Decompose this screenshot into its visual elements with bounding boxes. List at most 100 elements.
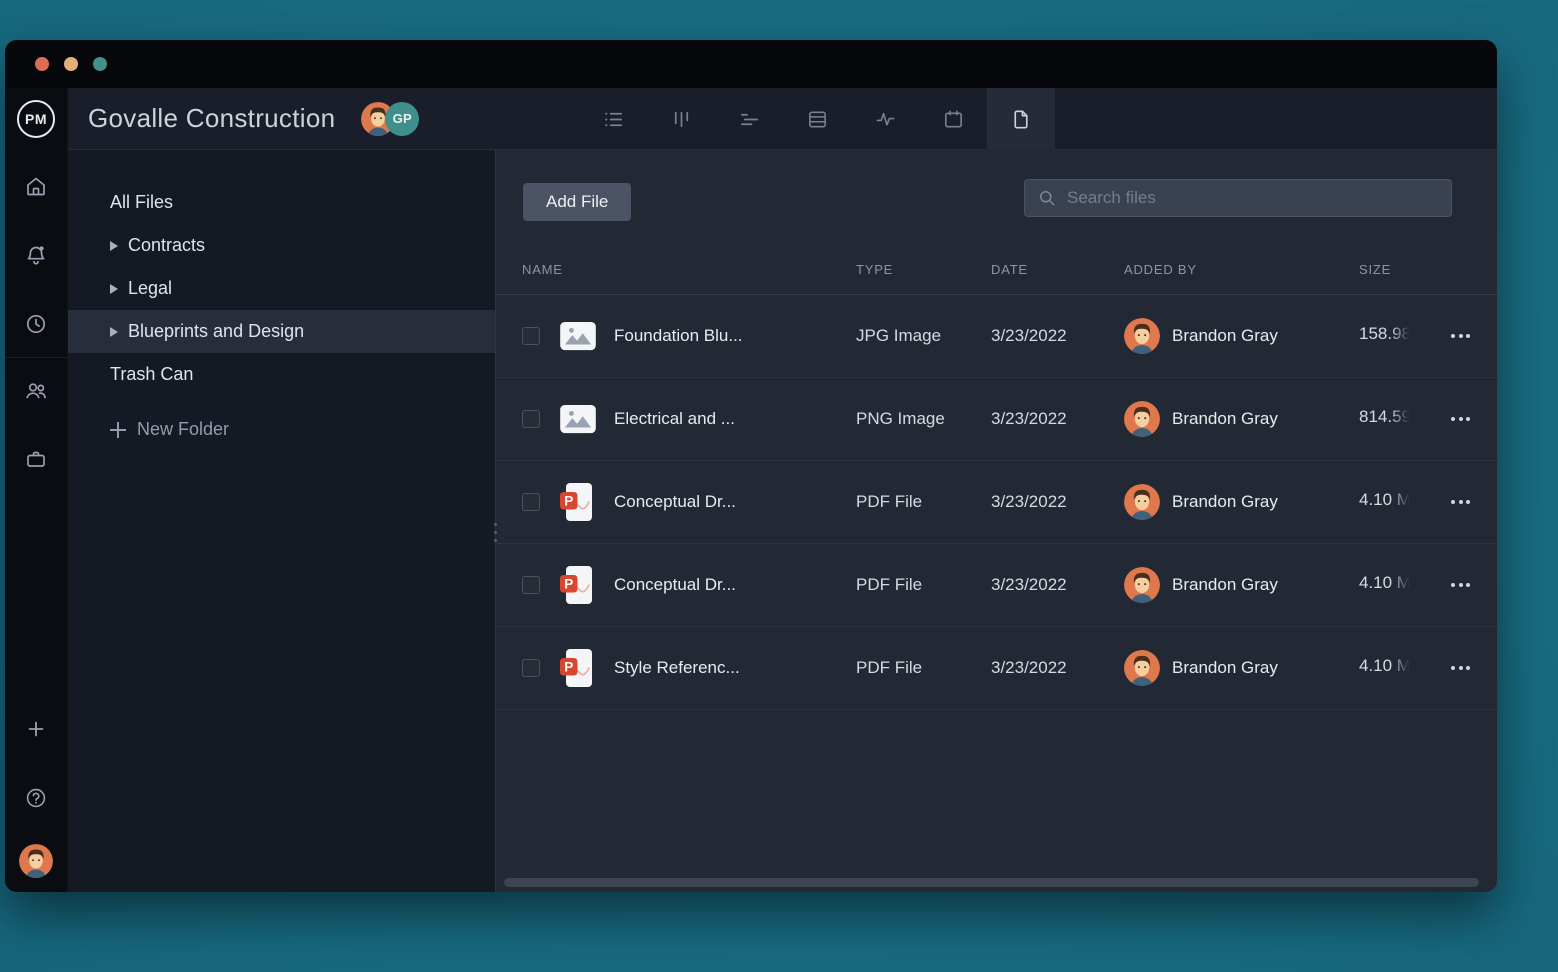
member-avatars[interactable]: GP — [361, 102, 419, 136]
row-checkbox[interactable] — [522, 659, 540, 677]
file-name[interactable]: Style Referenc... — [614, 658, 856, 678]
pdf-file-icon — [558, 482, 598, 522]
file-date: 3/23/2022 — [991, 326, 1124, 346]
row-menu-button[interactable] — [1451, 328, 1479, 344]
sidebar-item-label: Legal — [128, 278, 172, 299]
pdf-file-icon — [558, 565, 598, 605]
file-name[interactable]: Conceptual Dr... — [614, 575, 856, 595]
file-size: 4.10 M — [1359, 573, 1411, 593]
left-rail: PM — [5, 88, 68, 892]
member-badge: GP — [385, 102, 419, 136]
file-type: PNG Image — [856, 409, 991, 429]
file-date: 3/23/2022 — [991, 575, 1124, 595]
column-header-date[interactable]: DATE — [991, 262, 1124, 277]
sidebar-item-label: Contracts — [128, 235, 205, 256]
list-view-icon[interactable] — [579, 88, 647, 150]
table-row[interactable]: Conceptual Dr... PDF File 3/23/2022 Bran… — [496, 544, 1497, 627]
image-file-icon — [558, 316, 598, 356]
calendar-view-icon[interactable] — [919, 88, 987, 150]
file-size: 4.10 M — [1359, 656, 1411, 676]
added-by-name: Brandon Gray — [1172, 326, 1278, 346]
pdf-file-icon — [558, 648, 598, 688]
row-checkbox[interactable] — [522, 410, 540, 428]
close-window-button[interactable] — [35, 57, 49, 71]
caret-right-icon — [110, 284, 118, 294]
activity-view-icon[interactable] — [851, 88, 919, 150]
zoom-window-button[interactable] — [93, 57, 107, 71]
sidebar-item-trash-can[interactable]: Trash Can — [68, 353, 495, 396]
file-name[interactable]: Conceptual Dr... — [614, 492, 856, 512]
row-checkbox[interactable] — [522, 327, 540, 345]
row-menu-button[interactable] — [1451, 577, 1479, 593]
search-icon — [1037, 188, 1057, 208]
avatar — [1124, 484, 1160, 520]
panel-resize-handle[interactable] — [489, 512, 501, 552]
caret-right-icon — [110, 327, 118, 337]
folder-tree: All Files Contracts Legal Blueprints and… — [68, 150, 495, 892]
home-icon[interactable] — [24, 174, 48, 198]
column-header-name[interactable]: NAME — [522, 262, 856, 277]
team-icon[interactable] — [24, 378, 48, 402]
notifications-bell-icon[interactable] — [24, 243, 48, 267]
table-row[interactable]: Foundation Blu... JPG Image 3/23/2022 Br… — [496, 295, 1497, 378]
file-type: PDF File — [856, 658, 991, 678]
files-view-icon[interactable] — [987, 88, 1055, 150]
row-menu-button[interactable] — [1451, 411, 1479, 427]
file-name[interactable]: Foundation Blu... — [614, 326, 856, 346]
table-row[interactable]: Style Referenc... PDF File 3/23/2022 Bra… — [496, 627, 1497, 710]
rail-divider — [5, 357, 68, 358]
logo-slot: PM — [17, 88, 55, 150]
search-box[interactable] — [1024, 179, 1452, 217]
add-plus-icon[interactable] — [24, 717, 48, 741]
portfolio-briefcase-icon[interactable] — [24, 447, 48, 471]
sidebar-item-blueprints-and-design[interactable]: Blueprints and Design — [68, 310, 495, 353]
file-date: 3/23/2022 — [991, 492, 1124, 512]
user-avatar[interactable] — [19, 844, 53, 878]
sidebar-item-label: Trash Can — [110, 364, 193, 385]
row-menu-button[interactable] — [1451, 660, 1479, 676]
app-header: Govalle Construction GP — [68, 88, 1497, 150]
sidebar-item-label: All Files — [110, 192, 173, 213]
table-header: NAME TYPE DATE ADDED BY SIZE — [496, 245, 1497, 295]
search-input[interactable] — [1067, 188, 1439, 208]
file-type: PDF File — [856, 575, 991, 595]
gantt-view-icon[interactable] — [715, 88, 783, 150]
added-by-name: Brandon Gray — [1172, 575, 1278, 595]
recent-clock-icon[interactable] — [24, 312, 48, 336]
column-header-size[interactable]: SIZE — [1359, 262, 1451, 277]
column-header-added-by[interactable]: ADDED BY — [1124, 262, 1359, 277]
avatar — [1124, 650, 1160, 686]
added-by-name: Brandon Gray — [1172, 658, 1278, 678]
table-row[interactable]: Electrical and ... PNG Image 3/23/2022 B… — [496, 378, 1497, 461]
added-by-name: Brandon Gray — [1172, 492, 1278, 512]
board-view-icon[interactable] — [647, 88, 715, 150]
app-window: PM — [5, 40, 1497, 892]
add-file-button[interactable]: Add File — [523, 183, 631, 221]
view-toolbar — [579, 88, 1055, 150]
sheet-view-icon[interactable] — [783, 88, 851, 150]
horizontal-scrollbar[interactable] — [504, 878, 1479, 887]
avatar — [1124, 401, 1160, 437]
row-checkbox[interactable] — [522, 576, 540, 594]
file-name[interactable]: Electrical and ... — [614, 409, 856, 429]
help-icon[interactable] — [24, 786, 48, 810]
file-type: PDF File — [856, 492, 991, 512]
row-checkbox[interactable] — [522, 493, 540, 511]
file-size: 814.59 — [1359, 407, 1411, 427]
column-header-type[interactable]: TYPE — [856, 262, 991, 277]
sidebar-item-all-files[interactable]: All Files — [68, 181, 495, 224]
row-menu-button[interactable] — [1451, 494, 1479, 510]
minimize-window-button[interactable] — [64, 57, 78, 71]
file-type: JPG Image — [856, 326, 991, 346]
sidebar-item-contracts[interactable]: Contracts — [68, 224, 495, 267]
image-file-icon — [558, 399, 598, 439]
file-date: 3/23/2022 — [991, 409, 1124, 429]
table-row[interactable]: Conceptual Dr... PDF File 3/23/2022 Bran… — [496, 461, 1497, 544]
new-folder-button[interactable]: New Folder — [68, 408, 495, 451]
file-size: 158.98 — [1359, 324, 1411, 344]
caret-right-icon — [110, 241, 118, 251]
pm-logo[interactable]: PM — [17, 100, 55, 138]
files-panel: Add File NAME TYPE DATE ADDED BY SIZE — [495, 150, 1497, 892]
sidebar-item-legal[interactable]: Legal — [68, 267, 495, 310]
files-toolbar: Add File — [496, 150, 1497, 245]
